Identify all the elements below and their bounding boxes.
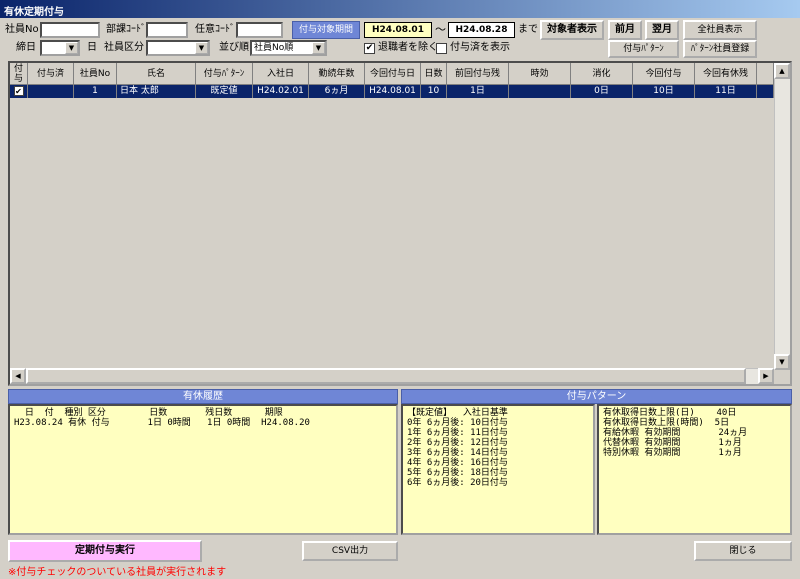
emp-class-select[interactable]: ▼ (146, 40, 210, 56)
prev-month-button[interactable]: 前月 (608, 20, 642, 40)
exclude-retired-label: 退職者を除く (378, 42, 438, 53)
grant-pattern-button[interactable]: 付与ﾊﾟﾀｰﾝ (608, 40, 679, 58)
close-day-suffix: 日 (87, 42, 97, 53)
grid-header-this-grant: 今回付与 (633, 63, 695, 85)
cell-expiry (509, 85, 571, 98)
scroll-right-icon[interactable]: ▶ (758, 368, 774, 384)
grid-header-filler (757, 63, 774, 85)
cell-this-grant: 10日 (633, 85, 695, 98)
grid-header-used: 消化 (571, 63, 633, 85)
show-all-button[interactable]: 全社員表示 (683, 20, 757, 40)
emp-no-input[interactable] (40, 22, 100, 38)
limit-line: 代替休暇 有効期間 1ヵ月 (603, 438, 742, 448)
employee-grid[interactable]: 付与 付与済 社員No 氏名 付与ﾊﾟﾀｰﾝ 入社日 勤続年数 今回付与日 日数… (8, 61, 792, 386)
pattern-limit-panel: 有休取得日数上限(日) 40日 有休取得日数上限(時間) 5日 有給休暇 有効期間 … (597, 404, 792, 535)
cell-emp-no: 1 (74, 85, 117, 98)
dept-code-input[interactable] (146, 22, 188, 38)
scroll-down-icon[interactable]: ▼ (774, 354, 790, 370)
execute-note: ※付与チェックのついている社員が実行されます (8, 567, 227, 578)
pattern-line: 【既定値】 入社日基準 (407, 408, 508, 418)
csv-export-button[interactable]: CSV出力 (302, 541, 398, 561)
sort-select[interactable]: 社員No順 ▼ (250, 40, 327, 56)
cell-filler (757, 85, 774, 98)
dept-code-label: 部課ｺｰﾄﾞ (106, 24, 146, 35)
close-day-label: 締日 (16, 42, 36, 53)
cell-hire-date: H24.02.01 (253, 85, 309, 98)
grid-header-grant-date: 今回付与日 (365, 63, 421, 85)
show-target-button[interactable]: 対象者表示 (540, 20, 604, 40)
grid-header-emp-no: 社員No (74, 63, 117, 85)
pattern-line: 1年 6ヵ月後: 11日付与 (407, 428, 508, 438)
grid-header-expiry: 時効 (509, 63, 571, 85)
cell-grant-date: H24.08.01 (365, 85, 421, 98)
cell-days: 10 (421, 85, 447, 98)
grid-header-prev-remain: 前回付与残 (447, 63, 509, 85)
grid-header-this-remain: 今回有休残 (695, 63, 757, 85)
cell-tenure: 6ヵ月 (309, 85, 365, 98)
chevron-down-icon[interactable]: ▼ (65, 42, 78, 54)
cell-prev-remain: 1日 (447, 85, 509, 98)
pattern-panel-title: 付与パターン (401, 389, 792, 404)
pattern-line: 6年 6ヵ月後: 20日付与 (407, 478, 508, 488)
chevron-down-icon[interactable]: ▼ (195, 42, 208, 54)
pattern-register-button[interactable]: ﾊﾟﾀｰﾝ社員登録 (683, 40, 757, 58)
period-from-input[interactable]: H24.08.01 (364, 22, 432, 38)
horizontal-scroll-thumb[interactable] (26, 368, 746, 384)
sort-select-value: 社員No順 (254, 43, 294, 53)
grant-checkbox-cell[interactable]: ✔ (10, 85, 28, 98)
pattern-line: 3年 6ヵ月後: 14日付与 (407, 448, 508, 458)
cell-name: 日本 太郎 (117, 85, 196, 98)
scroll-up-icon[interactable]: ▲ (774, 63, 790, 79)
pattern-line: 0年 6ヵ月後: 10日付与 (407, 418, 508, 428)
period-to-input[interactable]: H24.08.28 (448, 22, 515, 38)
grid-header-grant: 付与 (10, 63, 28, 85)
cell-granted (28, 85, 74, 98)
show-granted-checkbox[interactable] (436, 43, 447, 54)
history-panel-title: 有休履歴 (8, 389, 398, 404)
exclude-retired-checkbox[interactable]: ✔ (364, 43, 375, 54)
pattern-line: 2年 6ヵ月後: 12日付与 (407, 438, 508, 448)
execute-grant-button[interactable]: 定期付与実行 (8, 540, 202, 562)
cell-this-remain: 11日 (695, 85, 757, 98)
period-separator: ～ (435, 23, 446, 36)
sort-label: 並び順 (219, 42, 249, 53)
history-header: 日 付 種別 区分 日数 残日数 期限 (14, 408, 283, 418)
pattern-rule-panel: 【既定値】 入社日基準 0年 6ヵ月後: 10日付与 1年 6ヵ月後: 11日付与 2… (401, 404, 595, 535)
horizontal-scrollbar[interactable]: ◀ ▶ (10, 368, 774, 384)
any-code-label: 任意ｺｰﾄﾞ (195, 24, 235, 35)
history-row: H23.08.24 有休 付与 1日 0時間 1日 0時間 H24.08.20 (14, 418, 310, 428)
grid-header-hire-date: 入社日 (253, 63, 309, 85)
cell-used: 0日 (571, 85, 633, 98)
grid-header-name: 氏名 (117, 63, 196, 85)
grid-header-pattern: 付与ﾊﾟﾀｰﾝ (196, 63, 253, 85)
grant-checkbox[interactable]: ✔ (13, 86, 24, 96)
emp-class-label: 社員区分 (104, 42, 144, 53)
pattern-line: 5年 6ヵ月後: 18日付与 (407, 468, 508, 478)
pattern-line: 4年 6ヵ月後: 16日付与 (407, 458, 508, 468)
scroll-left-icon[interactable]: ◀ (10, 368, 26, 384)
limit-line: 特別休暇 有効期間 1ヵ月 (603, 448, 742, 458)
vertical-scrollbar[interactable]: ▲ ▼ (774, 63, 790, 370)
grid-header-tenure: 勤続年数 (309, 63, 365, 85)
limit-line: 有休取得日数上限(日) 40日 (603, 408, 737, 418)
emp-no-label: 社員No (5, 24, 39, 35)
period-label: 付与対象期間 (292, 21, 360, 39)
history-panel: 日 付 種別 区分 日数 残日数 期限 H23.08.24 有休 付与 1日 0時… (8, 404, 398, 535)
close-day-select[interactable]: ▼ (40, 40, 80, 56)
next-month-button[interactable]: 翌月 (645, 20, 679, 40)
limit-line: 有休取得日数上限(時間) 5日 (603, 418, 730, 428)
show-granted-label: 付与済を表示 (450, 42, 510, 53)
grid-header-days: 日数 (421, 63, 447, 85)
grid-header-granted: 付与済 (28, 63, 74, 85)
chevron-down-icon[interactable]: ▼ (312, 42, 325, 54)
cell-pattern: 既定値 (196, 85, 253, 98)
close-button[interactable]: 閉じる (694, 541, 792, 561)
period-until-label: まで (518, 24, 538, 35)
window-title: 有休定期付与 (0, 0, 800, 18)
any-code-input[interactable] (236, 22, 283, 38)
limit-line: 有給休暇 有効期間 24ヵ月 (603, 428, 748, 438)
